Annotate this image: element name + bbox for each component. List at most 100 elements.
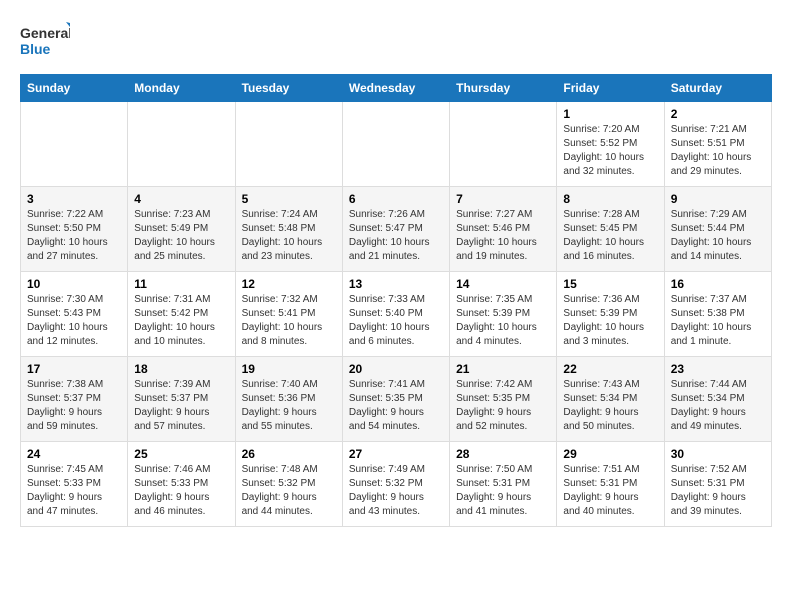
day-number: 29 — [563, 447, 657, 461]
calendar-week-row: 17 Sunrise: 7:38 AMSunset: 5:37 PMDayligh… — [21, 357, 772, 442]
day-number: 28 — [456, 447, 550, 461]
page-header: General Blue — [20, 20, 772, 64]
day-number: 4 — [134, 192, 228, 206]
day-number: 27 — [349, 447, 443, 461]
day-info: Sunrise: 7:40 AMSunset: 5:36 PMDaylight:… — [242, 378, 336, 434]
calendar-cell: 14 Sunrise: 7:35 AMSunset: 5:39 PMDayligh… — [450, 272, 557, 357]
weekday-header-wednesday: Wednesday — [342, 75, 449, 102]
day-info: Sunrise: 7:42 AMSunset: 5:35 PMDaylight:… — [456, 378, 550, 434]
calendar-cell: 25Sunrise: 7:46 AMSunset: 5:33 PMDayligh… — [128, 442, 235, 527]
calendar-week-row: 24 Sunrise: 7:45 AMSunset: 5:33 PMDayligh… — [21, 442, 772, 527]
calendar-cell: 6 Sunrise: 7:26 AMSunset: 5:47 PMDaylight… — [342, 187, 449, 272]
calendar-cell: 18 Sunrise: 7:39 AMSunset: 5:37 PMDayligh… — [128, 357, 235, 442]
day-info: Sunrise: 7:39 AMSunset: 5:37 PMDaylight:… — [134, 378, 228, 434]
day-info: Sunrise: 7:27 AMSunset: 5:46 PMDaylight:… — [456, 208, 550, 264]
day-number: 8 — [563, 192, 657, 206]
calendar-cell: 7 Sunrise: 7:27 AMSunset: 5:46 PMDaylight… — [450, 187, 557, 272]
logo-svg: General Blue — [20, 20, 70, 64]
day-info: Sunrise: 7:44 AMSunset: 5:34 PMDaylight:… — [671, 378, 765, 434]
calendar-cell: 28 Sunrise: 7:50 AMSunset: 5:31 PMDayligh… — [450, 442, 557, 527]
calendar-week-row: 10 Sunrise: 7:30 AMSunset: 5:43 PMDayligh… — [21, 272, 772, 357]
day-number: 3 — [27, 192, 121, 206]
day-info: Sunrise: 7:20 AMSunset: 5:52 PMDaylight:… — [563, 123, 657, 179]
weekday-header-thursday: Thursday — [450, 75, 557, 102]
calendar-cell: 5 Sunrise: 7:24 AMSunset: 5:48 PMDaylight… — [235, 187, 342, 272]
calendar-cell: 20 Sunrise: 7:41 AMSunset: 5:35 PMDayligh… — [342, 357, 449, 442]
day-number: 24 — [27, 447, 121, 461]
day-number: 7 — [456, 192, 550, 206]
day-info: Sunrise: 7:52 AMSunset: 5:31 PMDaylight:… — [671, 463, 765, 519]
calendar-cell: 24 Sunrise: 7:45 AMSunset: 5:33 PMDayligh… — [21, 442, 128, 527]
day-number: 6 — [349, 192, 443, 206]
svg-text:Blue: Blue — [20, 41, 51, 57]
calendar-cell: 26 Sunrise: 7:48 AMSunset: 5:32 PMDayligh… — [235, 442, 342, 527]
weekday-header-friday: Friday — [557, 75, 664, 102]
weekday-header-monday: Monday — [128, 75, 235, 102]
day-info: Sunrise: 7:28 AMSunset: 5:45 PMDaylight:… — [563, 208, 657, 264]
day-info: Sunrise: 7:31 AMSunset: 5:42 PMDaylight:… — [134, 293, 228, 349]
day-info: Sunrise: 7:30 AMSunset: 5:43 PMDaylight:… — [27, 293, 121, 349]
day-info: Sunrise: 7:22 AMSunset: 5:50 PMDaylight:… — [27, 208, 121, 264]
day-info: Sunrise: 7:33 AMSunset: 5:40 PMDaylight:… — [349, 293, 443, 349]
day-number: 30 — [671, 447, 765, 461]
day-number: 19 — [242, 362, 336, 376]
calendar-cell: 8 Sunrise: 7:28 AMSunset: 5:45 PMDaylight… — [557, 187, 664, 272]
day-number: 22 — [563, 362, 657, 376]
day-number: 26 — [242, 447, 336, 461]
day-info: Sunrise: 7:45 AMSunset: 5:33 PMDaylight:… — [27, 463, 121, 519]
weekday-header-tuesday: Tuesday — [235, 75, 342, 102]
day-number: 20 — [349, 362, 443, 376]
day-info: Sunrise: 7:35 AMSunset: 5:39 PMDaylight:… — [456, 293, 550, 349]
day-info: Sunrise: 7:38 AMSunset: 5:37 PMDaylight:… — [27, 378, 121, 434]
calendar-week-row: 3 Sunrise: 7:22 AMSunset: 5:50 PMDaylight… — [21, 187, 772, 272]
day-info: Sunrise: 7:48 AMSunset: 5:32 PMDaylight:… — [242, 463, 336, 519]
calendar-cell: 21Sunrise: 7:42 AMSunset: 5:35 PMDayligh… — [450, 357, 557, 442]
day-info: Sunrise: 7:50 AMSunset: 5:31 PMDaylight:… — [456, 463, 550, 519]
day-number: 2 — [671, 107, 765, 121]
calendar-cell: 9 Sunrise: 7:29 AMSunset: 5:44 PMDaylight… — [664, 187, 771, 272]
svg-text:General: General — [20, 25, 70, 41]
calendar-cell: 23Sunrise: 7:44 AMSunset: 5:34 PMDayligh… — [664, 357, 771, 442]
day-info: Sunrise: 7:46 AMSunset: 5:33 PMDaylight:… — [134, 463, 228, 519]
weekday-header-saturday: Saturday — [664, 75, 771, 102]
day-number: 16 — [671, 277, 765, 291]
day-info: Sunrise: 7:37 AMSunset: 5:38 PMDaylight:… — [671, 293, 765, 349]
day-info: Sunrise: 7:24 AMSunset: 5:48 PMDaylight:… — [242, 208, 336, 264]
calendar-cell: 1Sunrise: 7:20 AMSunset: 5:52 PMDaylight… — [557, 102, 664, 187]
day-info: Sunrise: 7:49 AMSunset: 5:32 PMDaylight:… — [349, 463, 443, 519]
calendar-cell: 13 Sunrise: 7:33 AMSunset: 5:40 PMDayligh… — [342, 272, 449, 357]
calendar-cell — [450, 102, 557, 187]
day-number: 13 — [349, 277, 443, 291]
calendar-cell: 11Sunrise: 7:31 AMSunset: 5:42 PMDayligh… — [128, 272, 235, 357]
day-number: 14 — [456, 277, 550, 291]
calendar-cell: 19 Sunrise: 7:40 AMSunset: 5:36 PMDayligh… — [235, 357, 342, 442]
weekday-header-row: SundayMondayTuesdayWednesdayThursdayFrid… — [21, 75, 772, 102]
calendar-cell — [21, 102, 128, 187]
calendar-cell: 2 Sunrise: 7:21 AMSunset: 5:51 PMDaylight… — [664, 102, 771, 187]
day-number: 12 — [242, 277, 336, 291]
calendar-cell: 17 Sunrise: 7:38 AMSunset: 5:37 PMDayligh… — [21, 357, 128, 442]
calendar-cell: 3 Sunrise: 7:22 AMSunset: 5:50 PMDaylight… — [21, 187, 128, 272]
day-number: 10 — [27, 277, 121, 291]
day-number: 17 — [27, 362, 121, 376]
calendar-cell — [342, 102, 449, 187]
day-number: 5 — [242, 192, 336, 206]
day-info: Sunrise: 7:41 AMSunset: 5:35 PMDaylight:… — [349, 378, 443, 434]
calendar-cell — [235, 102, 342, 187]
day-info: Sunrise: 7:26 AMSunset: 5:47 PMDaylight:… — [349, 208, 443, 264]
day-number: 18 — [134, 362, 228, 376]
calendar-cell: 12Sunrise: 7:32 AMSunset: 5:41 PMDayligh… — [235, 272, 342, 357]
day-info: Sunrise: 7:23 AMSunset: 5:49 PMDaylight:… — [134, 208, 228, 264]
calendar-table: SundayMondayTuesdayWednesdayThursdayFrid… — [20, 74, 772, 527]
day-info: Sunrise: 7:29 AMSunset: 5:44 PMDaylight:… — [671, 208, 765, 264]
weekday-header-sunday: Sunday — [21, 75, 128, 102]
calendar-cell: 4 Sunrise: 7:23 AMSunset: 5:49 PMDaylight… — [128, 187, 235, 272]
day-number: 9 — [671, 192, 765, 206]
calendar-cell: 30 Sunrise: 7:52 AMSunset: 5:31 PMDayligh… — [664, 442, 771, 527]
calendar-cell: 16 Sunrise: 7:37 AMSunset: 5:38 PMDayligh… — [664, 272, 771, 357]
calendar-week-row: 1Sunrise: 7:20 AMSunset: 5:52 PMDaylight… — [21, 102, 772, 187]
calendar-cell: 29 Sunrise: 7:51 AMSunset: 5:31 PMDayligh… — [557, 442, 664, 527]
day-info: Sunrise: 7:21 AMSunset: 5:51 PMDaylight:… — [671, 123, 765, 179]
calendar-header: SundayMondayTuesdayWednesdayThursdayFrid… — [21, 75, 772, 102]
day-info: Sunrise: 7:51 AMSunset: 5:31 PMDaylight:… — [563, 463, 657, 519]
